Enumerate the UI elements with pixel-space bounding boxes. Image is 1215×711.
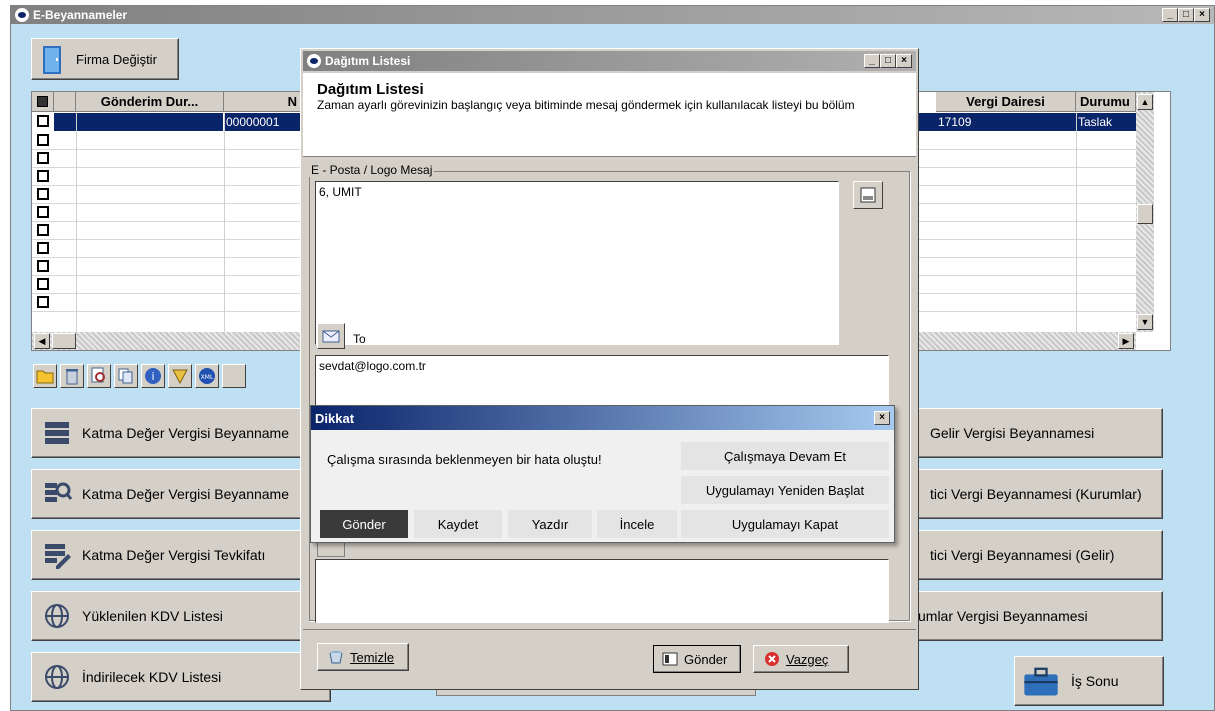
col-no[interactable]: N — [224, 92, 302, 112]
gelir-vergisi-button[interactable]: Gelir Vergisi Beyannamesi — [911, 408, 1163, 458]
main-window-controls: _ □ × — [1162, 8, 1210, 22]
dagitim-header-title: Dağıtım Listesi — [317, 81, 424, 98]
vazgec-button[interactable]: Vazgeç — [753, 645, 849, 673]
xml-icon[interactable]: XML — [195, 364, 219, 388]
dagitim-titlebar: Dağıtım Listesi — [303, 51, 916, 71]
minimize-button[interactable]: _ — [1162, 8, 1178, 22]
kdv-beyanname-button-2[interactable]: Katma Değer Vergisi Beyanname — [31, 469, 331, 519]
is-sonu-button[interactable]: İş Sonu — [1014, 656, 1164, 706]
yeniden-baslat-button[interactable]: Uygulamayı Yeniden Başlat — [681, 476, 889, 504]
address-book-icon[interactable] — [853, 181, 883, 209]
bottom-textarea[interactable] — [315, 559, 889, 623]
scroll-left-button[interactable]: ◀ — [34, 333, 50, 349]
dagitim-header: Dağıtım Listesi Zaman ayarlı görevinizin… — [303, 73, 916, 157]
globe-arrows-icon — [45, 604, 69, 628]
tab-kaydet[interactable]: Kaydet — [414, 510, 502, 538]
dagitim-title: Dağıtım Listesi — [325, 54, 411, 68]
error-message: Çalışma sırasında beklenmeyen bir hata o… — [327, 452, 602, 467]
row-no: 00000001 — [226, 115, 280, 129]
row-vergi-dairesi: 17109 — [936, 113, 1076, 131]
search-doc-icon[interactable] — [87, 364, 111, 388]
calismaya-devam-button[interactable]: Çalışmaya Devam Et — [681, 442, 889, 470]
more-icon[interactable] — [222, 364, 246, 388]
dikkat-title: Dikkat — [315, 410, 355, 426]
col-gonderim-durumu[interactable]: Gönderim Dur... — [76, 92, 224, 112]
dikkat-dialog: Dikkat × Çalışma sırasında beklenmeyen b… — [310, 405, 895, 543]
row-checkbox[interactable] — [37, 115, 49, 127]
select-all-checkbox[interactable] — [32, 92, 54, 112]
svg-text:i: i — [151, 370, 154, 383]
dikkat-close-button[interactable]: × — [874, 411, 890, 425]
maximize-button[interactable]: □ — [880, 54, 896, 68]
dagitim-window-controls: _ □ × — [864, 54, 912, 68]
scroll-up-button[interactable]: ▲ — [1137, 94, 1153, 110]
gelir-beyanname-button[interactable]: tici Vergi Beyannamesi (Gelir) — [911, 530, 1163, 580]
scroll-thumb[interactable] — [1137, 204, 1153, 224]
grid-vertical-scrollbar[interactable]: ▲ ▼ — [1136, 92, 1154, 332]
to-label: To — [353, 332, 366, 346]
scroll-thumb-h[interactable] — [52, 333, 76, 349]
indirilecek-kdv-button[interactable]: İndirilecek KDV Listesi — [31, 652, 331, 702]
scroll-down-button[interactable]: ▼ — [1137, 314, 1153, 330]
open-folder-icon[interactable] — [33, 364, 57, 388]
send-icon — [662, 652, 678, 666]
app-icon — [15, 8, 29, 22]
copy-icon[interactable] — [114, 364, 138, 388]
edit-list-icon — [45, 544, 71, 569]
kurumlar-beyanname-button[interactable]: tici Vergi Beyannamesi (Kurumlar) — [911, 469, 1163, 519]
grid-header-right: Vergi Dairesi Durumu — [936, 92, 1136, 112]
shield-icon[interactable] — [168, 364, 192, 388]
to-field[interactable]: sevdat@logo.com.tr — [315, 355, 889, 407]
grid-toolbar: i XML — [33, 364, 246, 388]
briefcase-icon — [1024, 667, 1058, 696]
row-durumu: Taslak — [1076, 113, 1136, 131]
delete-icon[interactable] — [60, 364, 84, 388]
temizle-button[interactable]: Temizle — [317, 643, 409, 671]
tab-incele[interactable]: İncele — [597, 510, 677, 538]
minimize-button[interactable]: _ — [864, 54, 880, 68]
col-durumu[interactable]: Durumu — [1076, 92, 1136, 112]
kurumlar-vergisi-button[interactable]: umlar Vergisi Beyannamesi — [911, 591, 1163, 641]
search-list-icon — [45, 482, 72, 502]
gonder-button[interactable]: Gönder — [653, 645, 741, 673]
cancel-icon — [765, 652, 779, 666]
email-frame-label: E - Posta / Logo Mesaj — [309, 163, 435, 177]
yuklenilen-kdv-button[interactable]: Yüklenilen KDV Listesi — [31, 591, 331, 641]
firma-degistir-button[interactable]: Firma Değiştir — [31, 38, 179, 80]
col-vergi-dairesi[interactable]: Vergi Dairesi — [936, 92, 1076, 112]
info-icon[interactable]: i — [141, 364, 165, 388]
message-textarea[interactable]: 6, UMIT — [315, 181, 839, 345]
globe-icon — [45, 665, 69, 689]
clean-icon — [329, 651, 343, 664]
list-icon — [45, 422, 69, 444]
grid-header: Gönderim Dur... N — [32, 92, 302, 112]
main-title: E-Beyannameler — [33, 8, 128, 22]
dikkat-titlebar: Dikkat — [311, 406, 894, 430]
dagitim-header-desc: Zaman ayarlı görevinizin başlangıç veya … — [317, 98, 855, 112]
to-envelope-icon[interactable] — [317, 323, 345, 349]
main-titlebar: E-Beyannameler — [11, 6, 1214, 24]
close-button[interactable]: × — [896, 54, 912, 68]
kdv-beyanname-button-1[interactable]: Katma Değer Vergisi Beyanname — [31, 408, 331, 458]
close-button[interactable]: × — [1194, 8, 1210, 22]
tab-gonder[interactable]: Gönder — [320, 510, 408, 538]
dagitim-dialog: Dağıtım Listesi _ □ × Dağıtım Listesi Za… — [300, 48, 919, 690]
maximize-button[interactable]: □ — [1178, 8, 1194, 22]
scroll-right-button[interactable]: ▶ — [1118, 333, 1134, 349]
uygulamayi-kapat-button[interactable]: Uygulamayı Kapat — [681, 510, 889, 538]
tab-yazdir[interactable]: Yazdır — [508, 510, 592, 538]
app-icon — [307, 54, 321, 68]
door-icon — [43, 46, 61, 74]
svg-text:XML: XML — [201, 374, 214, 381]
kdv-tevkifati-button[interactable]: Katma Değer Vergisi Tevkifatı — [31, 530, 331, 580]
